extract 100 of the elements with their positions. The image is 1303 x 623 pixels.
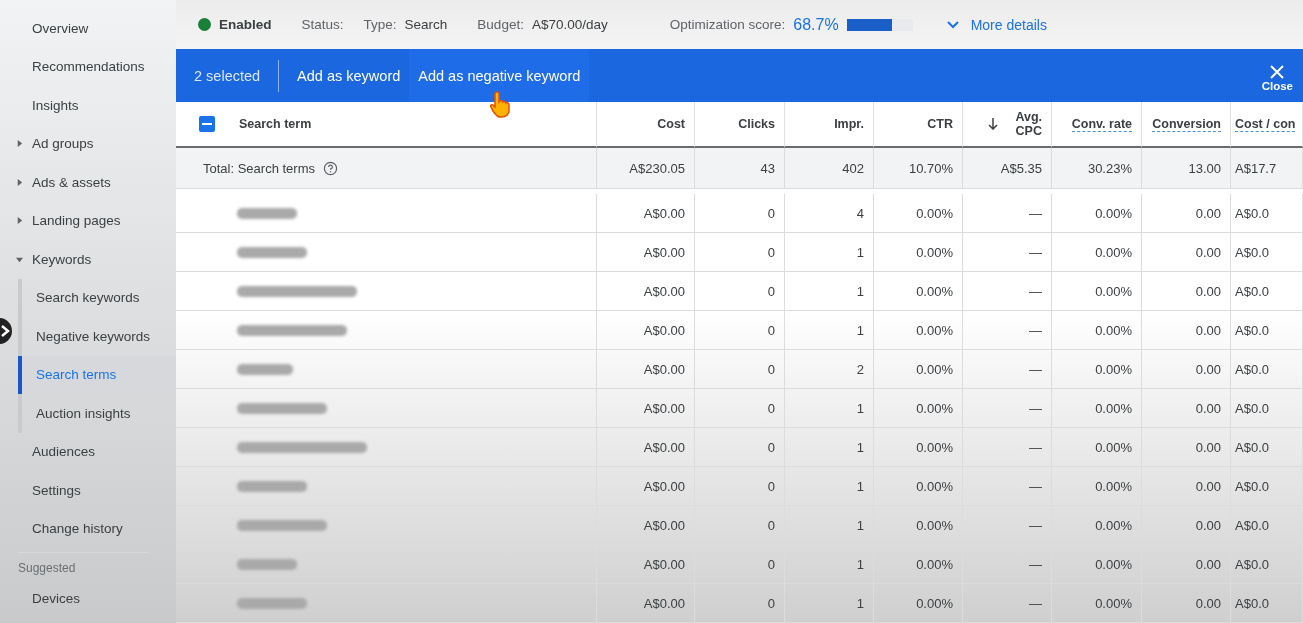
sidebar-item[interactable]: Keywords [0,240,176,279]
table-cell: 10.70% [908,160,953,176]
table-cell: 0.00% [1095,439,1132,455]
sidebar-item[interactable]: Landing pages [0,201,176,240]
table-cell: A$0.00 [643,556,685,572]
table-cell: 0 [767,361,775,377]
more-details-link[interactable]: More details [946,16,1047,33]
table-cell: 43 [760,160,775,176]
table-cell: — [1029,283,1042,299]
type-label: Type: [363,17,397,32]
help-icon[interactable] [323,160,338,176]
table-cell: 0.00 [1195,556,1221,572]
table-cell: A$0.0 [1235,439,1269,455]
caret-down-icon [16,255,23,263]
table-cell: 0.00% [1095,595,1132,611]
column-header[interactable]: Conversion [1152,116,1221,132]
status-label: Status: [301,17,344,32]
blurred-text [237,207,297,219]
sidebar-item[interactable]: Ad groups [0,124,176,163]
table-cell: 0 [767,517,775,533]
table-cell: 0.00 [1195,205,1221,221]
table-cell: A$230.05 [629,160,685,176]
budget-value: A$70.00/day [531,17,608,32]
table-cell: 0.00% [1095,283,1132,299]
table-cell: 0.00% [916,595,953,611]
table-cell: A$0.0 [1235,556,1269,572]
column-header[interactable]: Conv. rate [1071,116,1132,132]
table-cell: 0 [767,244,775,260]
blurred-text [237,480,307,492]
table-cell: 0.00% [916,400,953,416]
table-cell: 0.00 [1195,595,1221,611]
table-cell: 0.00% [916,205,953,221]
chevron-down-icon [946,20,959,29]
header-checkbox[interactable] [199,116,215,132]
table-cell: 1 [856,517,864,533]
column-header[interactable]: Clicks [738,117,775,131]
sidebar-item[interactable]: Settings [0,471,176,510]
table-cell: 1 [856,439,864,455]
table-cell: 0 [767,205,775,221]
table-cell: 0.00 [1195,400,1221,416]
table-cell: 0.00% [1095,478,1132,494]
status-text: Enabled [219,17,272,32]
table-cell: 0.00% [1095,205,1132,221]
table-cell: 0.00 [1195,283,1221,299]
table-cell: 0.00% [916,517,953,533]
table-cell: 0 [767,283,775,299]
column-header[interactable]: Avg. CPC [1008,110,1042,138]
sidebar-item[interactable]: Insights [0,86,176,125]
table-cell: — [1029,205,1042,221]
table-cell: 0.00% [1095,244,1132,260]
table-cell: A$0.00 [643,322,685,338]
table-cell: — [1029,244,1042,260]
blurred-text [237,558,297,570]
close-button[interactable]: Close [1251,59,1303,92]
table-cell: A$0.0 [1235,478,1269,494]
table-cell: — [1029,595,1042,611]
column-header[interactable]: Cost / con [1235,116,1296,132]
sidebar-item[interactable]: Devices [0,579,176,618]
table-cell: A$0.00 [643,595,685,611]
table-cell: — [1029,400,1042,416]
sidebar-item[interactable]: Audiences [0,432,176,471]
table-cell: — [1029,439,1042,455]
column-header[interactable]: CTR [927,117,953,131]
table-cell: 0.00 [1195,439,1221,455]
minus-icon [202,123,212,125]
column-header[interactable]: Impr. [834,117,864,131]
table-cell: 402 [842,160,864,176]
table-cell: 0 [767,595,775,611]
table-cell: A$0.00 [643,400,685,416]
column-header[interactable]: Search term [239,117,312,131]
sidebar-item[interactable]: Overview [0,9,176,48]
section-title: Suggested [18,552,148,579]
table-cell: 0.00 [1195,517,1221,533]
table-cell: A$5.35 [1000,160,1042,176]
table-cell: — [1029,517,1042,533]
sidebar-item[interactable]: Change history [0,509,176,548]
table-cell: — [1029,556,1042,572]
close-icon [1269,63,1286,80]
table-cell: A$0.00 [643,478,685,494]
score-label: Optimization score: [669,17,786,32]
table-cell: 0.00 [1195,244,1221,260]
table-cell: 2 [856,361,864,377]
sidebar-item[interactable]: Ads & assets [0,163,176,202]
score-value: 68.7% [793,15,839,34]
table-cell: A$0.0 [1235,400,1269,416]
sort-down-arrow-icon[interactable] [988,118,998,130]
table-cell: 0.00% [1095,322,1132,338]
action-button[interactable]: Add as keyword [288,49,410,102]
table-cell: 0.00% [916,322,953,338]
more-details-text[interactable]: More details [970,16,1047,33]
table-cell: 0 [767,322,775,338]
table-cell: A$0.00 [643,283,685,299]
blurred-text [237,597,307,609]
table-cell: — [1029,361,1042,377]
column-header[interactable]: Cost [657,117,685,131]
sidebar-item[interactable]: Recommendations [0,47,176,86]
action-button[interactable]: Add as negative keyword [409,49,590,102]
table-cell: 1 [856,322,864,338]
caret-right-icon [16,178,23,186]
table-cell: A$0.0 [1235,517,1269,533]
